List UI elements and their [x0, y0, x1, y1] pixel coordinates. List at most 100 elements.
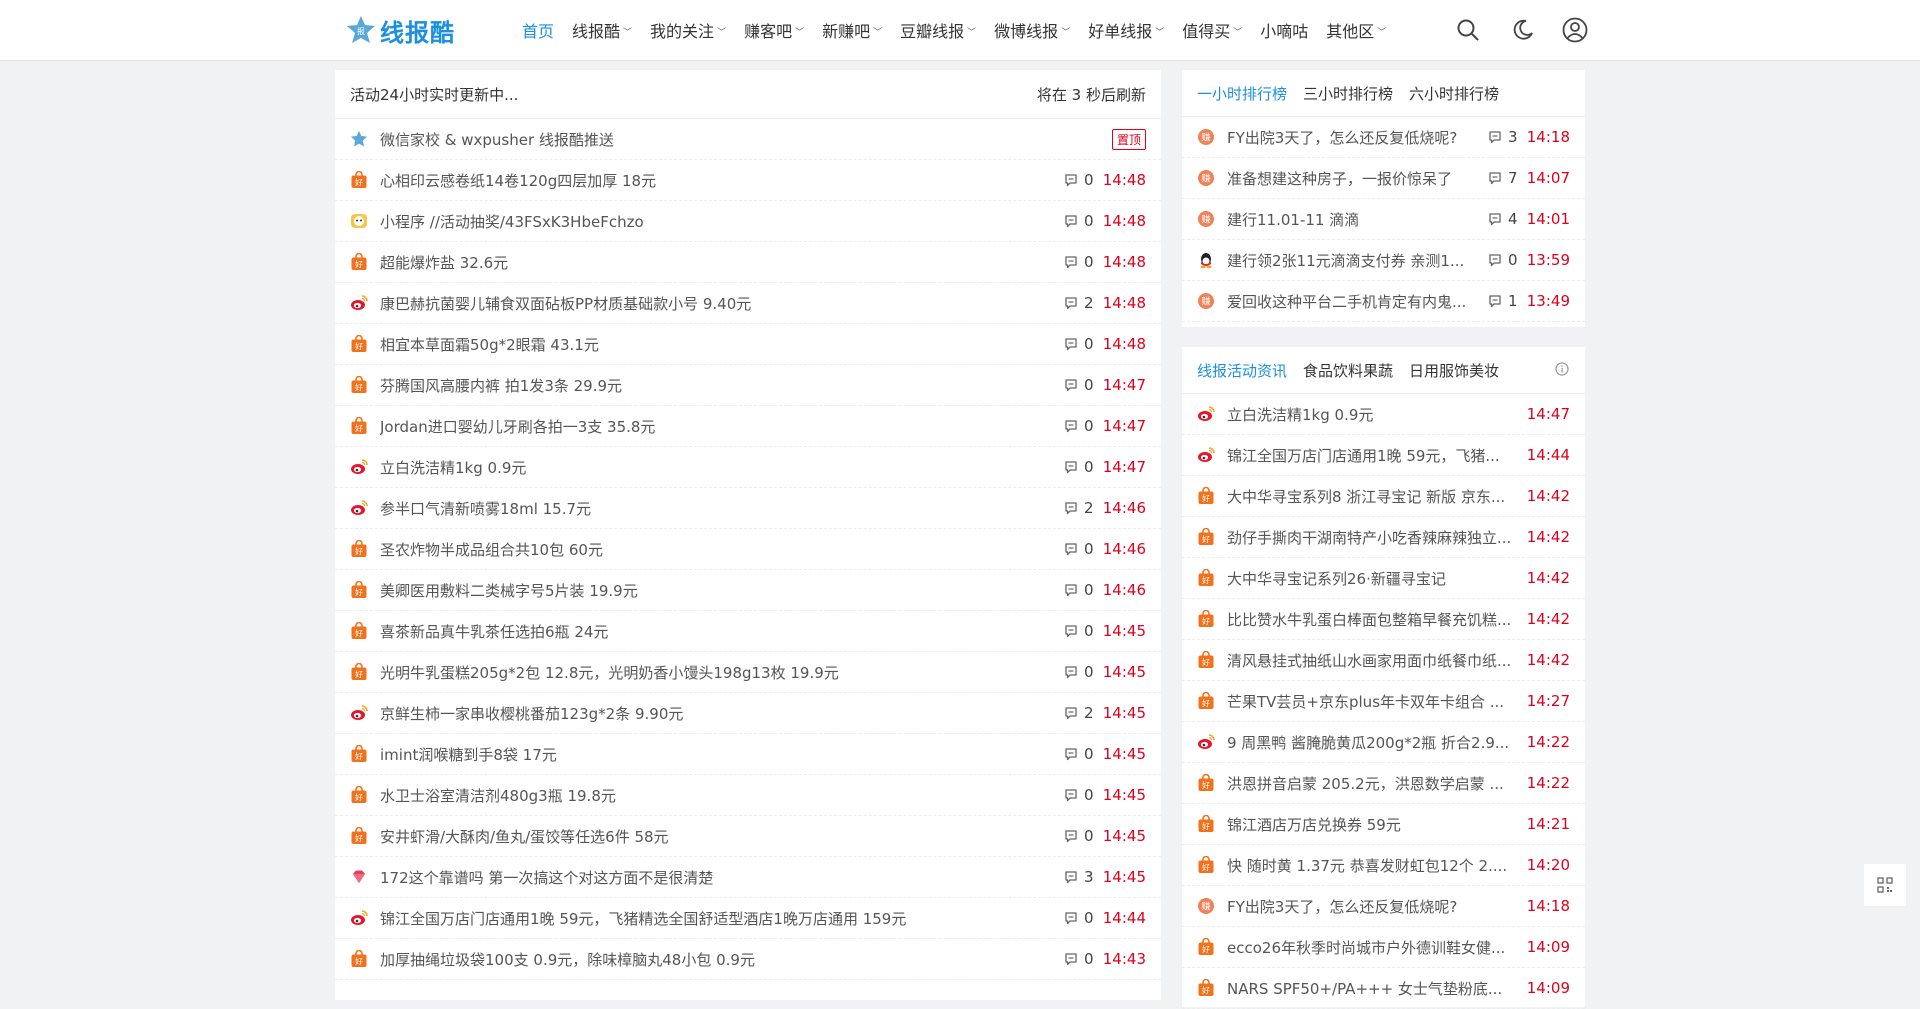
feed-item[interactable]: 好 相宜本草面霜50g*2眼霜 43.1元 0 14:48 — [335, 324, 1161, 365]
news-item-title[interactable]: 9 周黑鸭 酱腌脆黄瓜200g*2瓶 折合2.9... — [1227, 732, 1526, 753]
news-item-title[interactable]: FY出院3天了，怎么还反复低烧呢? — [1227, 896, 1526, 917]
news-item[interactable]: 好 洪恩拼音启蒙 205.2元，洪恩数学启蒙 ... 14:22 — [1182, 763, 1585, 804]
news-item-title[interactable]: 比比赞水牛乳蛋白棒面包整箱早餐充饥糕... — [1227, 609, 1526, 630]
feed-item-title[interactable]: 超能爆炸盐 32.6元 — [380, 252, 1064, 273]
nav-item-7[interactable]: 好单线报 ﹀ — [1088, 18, 1164, 42]
news-item-title[interactable]: ecco26年秋季时尚城市户外德训鞋女健... — [1227, 937, 1526, 958]
feed-item[interactable]: 好 超能爆炸盐 32.6元 0 14:48 — [335, 242, 1161, 283]
news-item[interactable]: 好 大中华寻宝记系列26·新疆寻宝记 14:42 — [1182, 558, 1585, 599]
feed-item-title[interactable]: 安井虾滑/大酥肉/鱼丸/蛋饺等任选6件 58元 — [380, 826, 1064, 847]
feed-item-title[interactable]: 锦江全国万店门店通用1晚 59元，飞猪精选全国舒适型酒店1晚万店通用 159元 — [380, 908, 1064, 929]
news-item-title[interactable]: 大中华寻宝记系列26·新疆寻宝记 — [1227, 568, 1526, 589]
qr-code-button[interactable] — [1864, 864, 1906, 906]
news-item[interactable]: 好 ecco26年秋季时尚城市户外德训鞋女健... 14:09 — [1182, 927, 1585, 968]
nav-item-3[interactable]: 赚客吧 ﹀ — [744, 18, 804, 42]
feed-item-title[interactable]: 喜茶新品真牛乳茶任选拍6瓶 24元 — [380, 621, 1064, 642]
news-item-title[interactable]: 锦江酒店万店兑换券 59元 — [1227, 814, 1526, 835]
ranking-item-title[interactable]: 建行领2张11元滴滴支付券 亲测1... — [1227, 250, 1488, 271]
news-item[interactable]: 好 NARS SPF50+/PA+++ 女士气垫粉底... 14:09 — [1182, 968, 1585, 1009]
pinned-title[interactable]: 微信家校 & wxpusher 线报酷推送 — [380, 129, 1112, 150]
feed-item-title[interactable]: 京鲜生柿一家串收樱桃番茄123g*2条 9.90元 — [380, 703, 1064, 724]
feed-item-title[interactable]: 小程序 //活动抽奖/43FSxK3HbeFchzo — [380, 211, 1064, 232]
news-item-title[interactable]: NARS SPF50+/PA+++ 女士气垫粉底... — [1227, 978, 1526, 999]
news-item[interactable]: 赚 FY出院3天了，怎么还反复低烧呢? 14:18 — [1182, 886, 1585, 927]
feed-item-title[interactable]: imint润喉糖到手8袋 17元 — [380, 744, 1064, 765]
feed-item-title[interactable]: 美卿医用敷料二类械字号5片装 19.9元 — [380, 580, 1064, 601]
feed-item-title[interactable]: 圣农炸物半成品组合共10包 60元 — [380, 539, 1064, 560]
feed-item-title[interactable]: 水卫士浴室清洁剂480g3瓶 19.8元 — [380, 785, 1064, 806]
feed-item-title[interactable]: 康巴赫抗菌婴儿辅食双面砧板PP材质基础款小号 9.40元 — [380, 293, 1064, 314]
ranking-item[interactable]: 赚 爱回收这种平台二手机肯定有内鬼... 1 13:49 — [1182, 281, 1585, 322]
news-item-title[interactable]: 劲仔手撕肉干湖南特产小吃香辣麻辣独立... — [1227, 527, 1526, 548]
feed-item[interactable]: 康巴赫抗菌婴儿辅食双面砧板PP材质基础款小号 9.40元 2 14:48 — [335, 283, 1161, 324]
nav-item-4[interactable]: 新赚吧 ﹀ — [822, 18, 882, 42]
tab-ranking-1[interactable]: 三小时排行榜 — [1303, 83, 1393, 104]
ranking-item[interactable]: 赚 建行11.01-11 滴滴 4 14:01 — [1182, 199, 1585, 240]
feed-item[interactable]: 好 水卫士浴室清洁剂480g3瓶 19.8元 0 14:45 — [335, 775, 1161, 816]
feed-item-title[interactable]: Jordan进口婴幼儿牙刷各拍一3支 35.8元 — [380, 416, 1064, 437]
ranking-item[interactable]: 赚 FY出院3天了，怎么还反复低烧呢? 3 14:18 — [1182, 117, 1585, 158]
nav-item-10[interactable]: 其他区 ﹀ — [1326, 18, 1386, 42]
ranking-item-title[interactable]: FY出院3天了，怎么还反复低烧呢? — [1227, 127, 1488, 148]
pinned-row[interactable]: 微信家校 & wxpusher 线报酷推送 置顶 — [335, 119, 1161, 160]
news-item[interactable]: 好 锦江酒店万店兑换券 59元 14:21 — [1182, 804, 1585, 845]
feed-item[interactable]: 参半口气清新喷雾18ml 15.7元 2 14:46 — [335, 488, 1161, 529]
news-item-title[interactable]: 快 随时黄 1.37元 恭喜发财虹包12个 2.... — [1227, 855, 1526, 876]
ranking-item[interactable]: 赚 准备想建这种房子，一报价惊呆了 7 14:07 — [1182, 158, 1585, 199]
site-logo[interactable]: 报 线报酷 — [346, 13, 455, 47]
tab-ranking-0[interactable]: 一小时排行榜 — [1197, 83, 1287, 104]
news-item[interactable]: 好 清风悬挂式抽纸山水画家用面巾纸餐巾纸... 14:42 — [1182, 640, 1585, 681]
feed-item[interactable]: 好 心相印云感卷纸14卷120g四层加厚 18元 0 14:48 — [335, 160, 1161, 201]
feed-item-title[interactable]: 光明牛乳蛋糕205g*2包 12.8元，光明奶香小馒头198g13枚 19.9元 — [380, 662, 1064, 683]
news-item-title[interactable]: 芒果TV芸员+京东plus年卡双年卡组合 ... — [1227, 691, 1526, 712]
ranking-item-title[interactable]: 准备想建这种房子，一报价惊呆了 — [1227, 168, 1488, 189]
feed-item-title[interactable]: 相宜本草面霜50g*2眼霜 43.1元 — [380, 334, 1064, 355]
news-item[interactable]: 9 周黑鸭 酱腌脆黄瓜200g*2瓶 折合2.9... 14:22 — [1182, 722, 1585, 763]
news-item[interactable]: 锦江全国万店门店通用1晚 59元，飞猪... 14:44 — [1182, 435, 1585, 476]
news-item[interactable]: 好 芒果TV芸员+京东plus年卡双年卡组合 ... 14:27 — [1182, 681, 1585, 722]
tab-news-1[interactable]: 食品饮料果蔬 — [1303, 360, 1393, 381]
news-item[interactable]: 好 快 随时黄 1.37元 恭喜发财虹包12个 2.... 14:20 — [1182, 845, 1585, 886]
tab-news-0[interactable]: 线报活动资讯 — [1197, 360, 1287, 381]
feed-item[interactable]: 好 安井虾滑/大酥肉/鱼丸/蛋饺等任选6件 58元 0 14:45 — [335, 816, 1161, 857]
news-item[interactable]: 立白洗洁精1kg 0.9元 14:47 — [1182, 394, 1585, 435]
feed-item[interactable]: 好 imint润喉糖到手8袋 17元 0 14:45 — [335, 734, 1161, 775]
nav-item-9[interactable]: 小嘀咕 — [1260, 18, 1308, 42]
feed-item-title[interactable]: 芬腾国风高腰内裤 拍1发3条 29.9元 — [380, 375, 1064, 396]
news-item-title[interactable]: 清风悬挂式抽纸山水画家用面巾纸餐巾纸... — [1227, 650, 1526, 671]
news-item[interactable]: 好 比比赞水牛乳蛋白棒面包整箱早餐充饥糕... 14:42 — [1182, 599, 1585, 640]
feed-item-title[interactable]: 172这个靠谱吗 第一次搞这个对这方面不是很清楚 — [380, 867, 1064, 888]
search-icon[interactable] — [1456, 18, 1480, 42]
feed-item[interactable]: 锦江全国万店门店通用1晚 59元，飞猪精选全国舒适型酒店1晚万店通用 159元 0… — [335, 898, 1161, 939]
nav-item-1[interactable]: 线报酷 ﹀ — [572, 18, 632, 42]
ranking-item-title[interactable]: 爱回收这种平台二手机肯定有内鬼... — [1227, 291, 1488, 312]
news-item[interactable]: 好 大中华寻宝系列8 浙江寻宝记 新版 京东... 14:42 — [1182, 476, 1585, 517]
tab-news-2[interactable]: 日用服饰美妆 — [1409, 360, 1499, 381]
ranking-item-title[interactable]: 建行11.01-11 滴滴 — [1227, 209, 1488, 230]
nav-item-6[interactable]: 微博线报 ﹀ — [994, 18, 1070, 42]
feed-item[interactable]: 好 Jordan进口婴幼儿牙刷各拍一3支 35.8元 0 14:47 — [335, 406, 1161, 447]
news-item-title[interactable]: 立白洗洁精1kg 0.9元 — [1227, 404, 1526, 425]
news-item-title[interactable]: 洪恩拼音启蒙 205.2元，洪恩数学启蒙 ... — [1227, 773, 1526, 794]
nav-item-0[interactable]: 首页 — [522, 18, 554, 42]
nav-item-2[interactable]: 我的关注 ﹀ — [650, 18, 726, 42]
news-item-title[interactable]: 大中华寻宝系列8 浙江寻宝记 新版 京东... — [1227, 486, 1526, 507]
feed-item-title[interactable]: 心相印云感卷纸14卷120g四层加厚 18元 — [380, 170, 1064, 191]
news-item-title[interactable]: 锦江全国万店门店通用1晚 59元，飞猪... — [1227, 445, 1526, 466]
feed-item-title[interactable]: 加厚抽绳垃圾袋100支 0.9元，除味樟脑丸48小包 0.9元 — [380, 949, 1064, 970]
ranking-item[interactable]: 建行领2张11元滴滴支付券 亲测1... 0 13:59 — [1182, 240, 1585, 281]
moon-icon[interactable] — [1511, 18, 1535, 42]
feed-item[interactable]: 好 喜茶新品真牛乳茶任选拍6瓶 24元 0 14:45 — [335, 611, 1161, 652]
feed-item-title[interactable]: 参半口气清新喷雾18ml 15.7元 — [380, 498, 1064, 519]
user-icon[interactable] — [1562, 17, 1588, 43]
feed-item[interactable]: 好 光明牛乳蛋糕205g*2包 12.8元，光明奶香小馒头198g13枚 19.9… — [335, 652, 1161, 693]
feed-item[interactable]: 172这个靠谱吗 第一次搞这个对这方面不是很清楚 3 14:45 — [335, 857, 1161, 898]
nav-item-5[interactable]: 豆瓣线报 ﹀ — [900, 18, 976, 42]
info-icon[interactable] — [1555, 362, 1569, 376]
feed-item[interactable]: 京鲜生柿一家串收樱桃番茄123g*2条 9.90元 2 14:45 — [335, 693, 1161, 734]
feed-item[interactable]: 好 美卿医用敷料二类械字号5片装 19.9元 0 14:46 — [335, 570, 1161, 611]
feed-item[interactable]: 好 芬腾国风高腰内裤 拍1发3条 29.9元 0 14:47 — [335, 365, 1161, 406]
feed-item-title[interactable]: 立白洗洁精1kg 0.9元 — [380, 457, 1064, 478]
news-item[interactable]: 好 劲仔手撕肉干湖南特产小吃香辣麻辣独立... 14:42 — [1182, 517, 1585, 558]
feed-item[interactable]: 小程序 //活动抽奖/43FSxK3HbeFchzo 0 14:48 — [335, 201, 1161, 242]
